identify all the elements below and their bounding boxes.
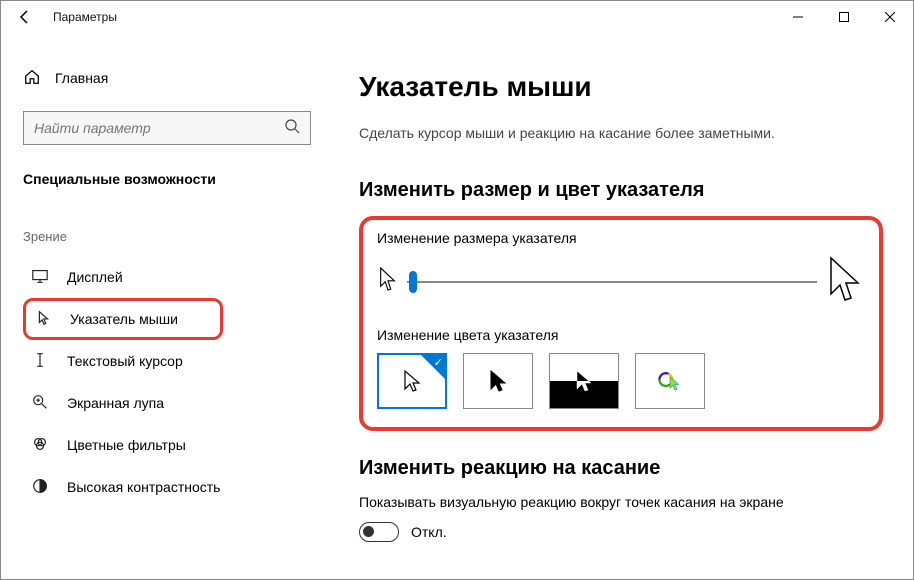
page-subtitle: Сделать курсор мыши и реакцию на касание… [359,125,883,141]
body: Главная Специальные возможности Зрение Д… [1,33,913,579]
color-label: Изменение цвета указателя [377,327,865,343]
pointer-settings-box: Изменение размера указателя Изменение цв… [359,216,883,431]
cursor-custom-icon [658,369,682,393]
pointer-color-custom[interactable] [635,353,705,409]
sidebar-item-mouse-pointer[interactable]: Указатель мыши [23,298,223,340]
color-filters-icon [31,435,49,456]
touch-description: Показывать визуальную реакцию вокруг точ… [359,494,883,510]
nav-label: Текстовый курсор [67,353,183,369]
window-controls [775,1,913,33]
nav-label: Высокая контрастность [67,479,220,495]
nav-label: Экранная лупа [67,395,164,411]
sidebar-item-high-contrast[interactable]: Высокая контрастность [23,466,223,508]
check-icon: ✓ [434,356,443,369]
text-cursor-icon [31,351,49,372]
sidebar: Главная Специальные возможности Зрение Д… [1,33,329,579]
touch-feedback-toggle[interactable] [359,522,399,542]
pointer-color-inverted[interactable] [549,353,619,409]
window-title: Параметры [41,10,117,24]
pointer-color-options: ✓ [377,353,865,409]
minimize-button[interactable] [775,1,821,33]
toggle-state-label: Откл. [411,524,447,540]
search-box[interactable] [23,111,311,145]
touch-feedback-toggle-row: Откл. [359,522,883,542]
sidebar-item-display[interactable]: Дисплей [23,256,223,298]
home-label: Главная [55,70,108,86]
back-button[interactable] [9,1,41,33]
cursor-small-icon [377,265,399,298]
page-title: Указатель мыши [359,71,883,103]
section-size-color-title: Изменить размер и цвет указателя [359,179,883,202]
sidebar-item-magnifier[interactable]: Экранная лупа [23,382,223,424]
nav-label: Цветные фильтры [67,437,186,453]
sidebar-item-text-cursor[interactable]: Текстовый курсор [23,340,223,382]
search-icon [284,118,300,139]
settings-window: Параметры Главная Специальные возможност… [0,0,914,580]
group-label-vision: Зрение [23,229,315,244]
cursor-black-icon [486,369,510,393]
cursor-inverted-icon [572,369,596,393]
toggle-knob [363,526,374,537]
nav-label: Указатель мыши [70,311,178,327]
cursor-large-icon [825,256,865,307]
size-label: Изменение размера указателя [377,230,865,246]
home-icon [23,68,41,89]
contrast-icon [31,477,49,498]
slider-thumb[interactable] [409,271,417,293]
pointer-color-black[interactable] [463,353,533,409]
titlebar: Параметры [1,1,913,33]
sidebar-item-color-filters[interactable]: Цветные фильтры [23,424,223,466]
search-input[interactable] [34,120,284,136]
nav-label: Дисплей [67,269,123,285]
display-icon [31,267,49,288]
pointer-size-slider[interactable] [407,281,817,283]
close-button[interactable] [867,1,913,33]
home-link[interactable]: Главная [23,59,315,97]
section-title: Специальные возможности [23,171,315,187]
magnifier-icon [31,393,49,414]
pointer-size-slider-row [377,256,865,307]
content: Указатель мыши Сделать курсор мыши и реа… [329,33,913,579]
maximize-button[interactable] [821,1,867,33]
section-touch-title: Изменить реакцию на касание [359,457,883,480]
pointer-icon [34,309,52,330]
pointer-color-white[interactable]: ✓ [377,353,447,409]
